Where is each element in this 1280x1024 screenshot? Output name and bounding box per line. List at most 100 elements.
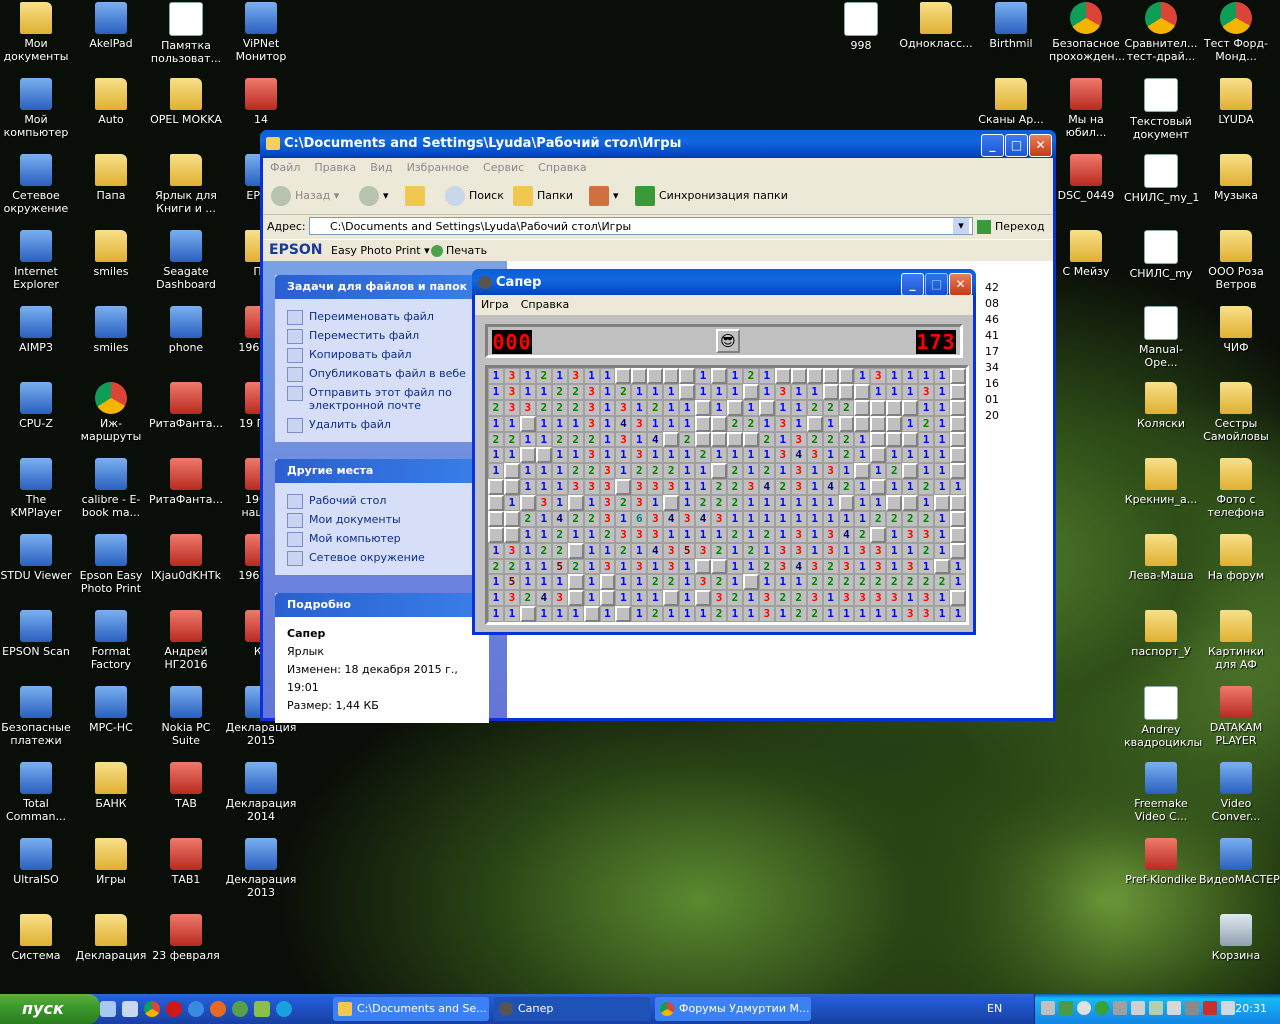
mine-cell[interactable]: 1 — [583, 368, 600, 384]
mine-cell[interactable]: 1 — [774, 510, 791, 527]
mine-cell[interactable]: 1 — [535, 606, 552, 622]
mine-cell[interactable]: 2 — [806, 574, 823, 591]
mine-cell[interactable]: 1 — [583, 526, 600, 543]
mine-cell[interactable]: 2 — [695, 495, 712, 511]
desktop-icon[interactable]: Pref-Klondike — [1124, 838, 1198, 886]
desktop-icon[interactable]: Крекнин_а... — [1124, 458, 1198, 506]
mine-cell[interactable]: 1 — [806, 479, 823, 495]
mine-cell[interactable]: 3 — [790, 463, 807, 480]
mine-cell[interactable]: 1 — [695, 463, 712, 480]
mine-cell[interactable]: 3 — [902, 606, 919, 622]
mine-cell[interactable]: 1 — [902, 590, 919, 607]
mine-cell[interactable]: 1 — [488, 447, 504, 464]
mine-cell[interactable]: 2 — [758, 558, 775, 575]
desktop-icon[interactable]: Коляски — [1124, 382, 1198, 430]
desktop-icon[interactable]: 998 — [824, 2, 898, 52]
mine-cell[interactable]: 1 — [599, 542, 616, 559]
mine-cell[interactable]: 1 — [599, 368, 616, 384]
place-my-computer[interactable]: Мой компьютер — [287, 529, 489, 548]
mine-cell[interactable]: 1 — [567, 526, 584, 543]
mine-cell[interactable]: 1 — [663, 383, 680, 400]
desktop-icon[interactable]: Памятка пользоват... — [149, 2, 223, 65]
mine-cell[interactable]: 1 — [535, 510, 552, 527]
mine-cell[interactable]: 2 — [503, 431, 520, 448]
desktop-icon[interactable]: Мой компьютер — [0, 78, 73, 139]
mine-cell[interactable]: 1 — [519, 431, 536, 448]
mine-cell[interactable] — [742, 383, 759, 400]
mine-cell[interactable]: 2 — [838, 479, 855, 495]
mine-cell[interactable]: 1 — [599, 447, 616, 464]
desktop-icon[interactable]: calibre - E-book ma... — [74, 458, 148, 519]
mine-cell[interactable]: 3 — [918, 383, 935, 400]
mine-cell[interactable]: 1 — [679, 415, 696, 432]
mine-cell[interactable] — [615, 479, 632, 495]
mine-cell[interactable]: 3 — [822, 542, 839, 559]
menu-tools[interactable]: Сервис — [476, 158, 531, 177]
desktop-icon[interactable]: Сканы Ар... — [974, 78, 1048, 126]
mine-cell[interactable]: 1 — [918, 431, 935, 448]
start-button[interactable]: пуск — [0, 994, 100, 1024]
mine-cell[interactable]: 1 — [503, 606, 520, 622]
mine-cell[interactable]: 2 — [742, 542, 759, 559]
mine-cell[interactable]: 1 — [679, 526, 696, 543]
mine-cell[interactable] — [950, 383, 966, 400]
mine-cell[interactable] — [727, 431, 743, 448]
mine-cell[interactable]: 1 — [583, 558, 600, 575]
mine-cell[interactable]: 3 — [790, 542, 807, 559]
views-button[interactable]: ▾ — [589, 186, 619, 206]
clock[interactable]: 20:31 — [1235, 994, 1267, 1024]
mine-cell[interactable] — [663, 495, 680, 511]
mine-cell[interactable] — [663, 590, 680, 607]
mine-cell[interactable]: 1 — [806, 463, 823, 480]
close-button[interactable]: ✕ — [949, 273, 972, 296]
mine-cell[interactable]: 2 — [488, 558, 504, 575]
file-tasks-header[interactable]: Задачи для файлов и папок — [275, 275, 489, 299]
mine-cell[interactable]: 3 — [711, 510, 727, 527]
mine-cell[interactable] — [870, 526, 887, 543]
mine-cell[interactable]: 1 — [758, 495, 775, 511]
mine-cell[interactable]: 1 — [886, 526, 903, 543]
mine-cell[interactable]: 1 — [631, 606, 648, 622]
mine-cell[interactable]: 2 — [727, 415, 743, 432]
menu-help[interactable]: Справка — [515, 295, 575, 314]
desktop-icon[interactable]: EPSON Scan — [0, 610, 73, 658]
task-publish[interactable]: Опубликовать файл в вебе — [287, 364, 489, 383]
mine-cell[interactable] — [902, 399, 919, 416]
mine-cell[interactable]: 2 — [806, 399, 823, 416]
mine-cell[interactable]: 1 — [583, 495, 600, 511]
mine-cell[interactable]: 3 — [790, 479, 807, 495]
mine-cell[interactable] — [488, 479, 504, 495]
mine-cell[interactable]: 2 — [663, 463, 680, 480]
mine-cell[interactable]: 1 — [934, 383, 951, 400]
mine-cell[interactable] — [950, 463, 966, 480]
menu-favorites[interactable]: Избранное — [400, 158, 476, 177]
mine-cell[interactable]: 1 — [631, 383, 648, 400]
mine-cell[interactable]: 2 — [806, 606, 823, 622]
mine-cell[interactable]: 2 — [774, 590, 791, 607]
mine-cell[interactable]: 1 — [774, 495, 791, 511]
menu-game[interactable]: Игра — [475, 295, 515, 314]
mine-cell[interactable]: 2 — [727, 495, 743, 511]
mine-cell[interactable]: 1 — [902, 415, 919, 432]
mine-cell[interactable]: 2 — [535, 399, 552, 416]
mine-cell[interactable]: 2 — [918, 574, 935, 591]
mine-cell[interactable]: 2 — [519, 590, 536, 607]
mine-cell[interactable]: 1 — [519, 479, 536, 495]
desktop-icon[interactable]: ТАВ1 — [149, 838, 223, 886]
task-email[interactable]: Отправить этот файл по электронной почте — [287, 383, 489, 415]
mine-cell[interactable]: 2 — [711, 542, 727, 559]
mine-cell[interactable]: 3 — [583, 399, 600, 416]
mine-cell[interactable]: 1 — [950, 574, 966, 591]
mine-cell[interactable]: 1 — [806, 510, 823, 527]
mine-cell[interactable]: 2 — [647, 399, 664, 416]
taskbar-explorer-button[interactable]: C:\Documents and Se... — [333, 997, 489, 1021]
mine-cell[interactable] — [742, 431, 759, 448]
desktop-icon[interactable]: БАНК — [74, 762, 148, 810]
taskbar-minesweeper-button[interactable]: Сапер — [494, 997, 650, 1021]
mine-cell[interactable]: 1 — [519, 542, 536, 559]
mine-cell[interactable]: 1 — [854, 495, 871, 511]
mine-cell[interactable]: 1 — [711, 526, 727, 543]
mine-cell[interactable]: 4 — [535, 590, 552, 607]
mine-cell[interactable] — [519, 495, 536, 511]
mine-cell[interactable]: 1 — [488, 415, 504, 432]
